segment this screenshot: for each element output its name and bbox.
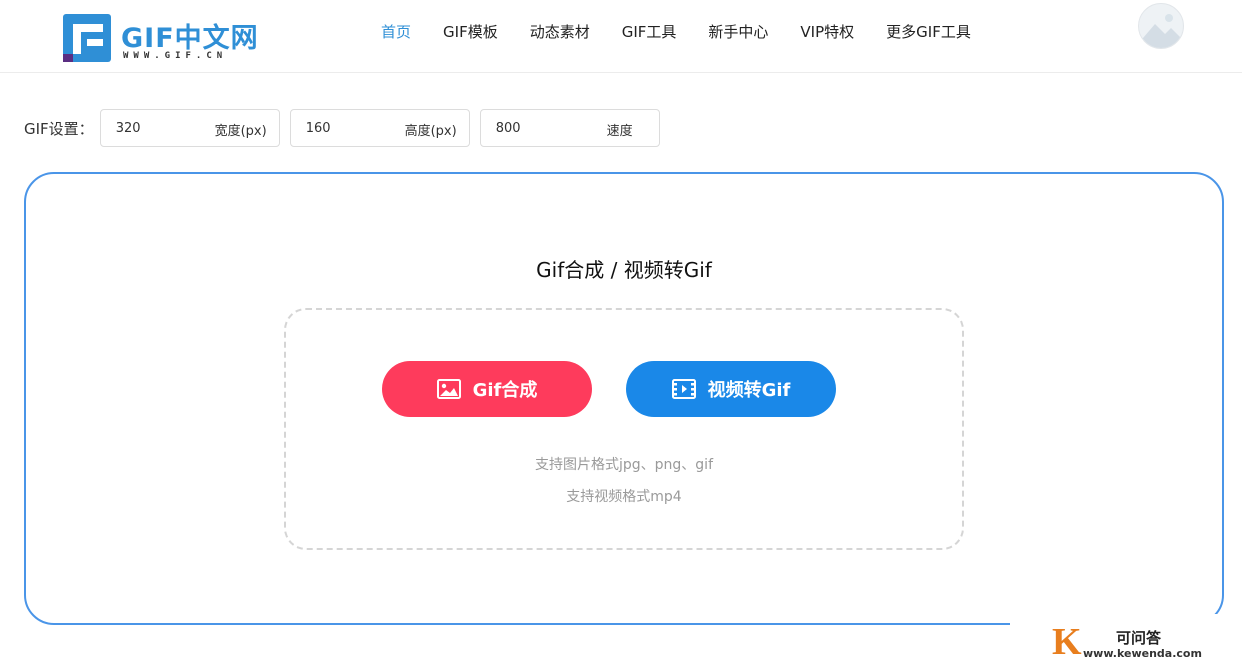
main-nav: 首页 GIF模板 动态素材 GIF工具 新手中心 VIP特权 更多GIF工具 — [365, 0, 987, 63]
logo-domain: WWW.GIF.CN — [123, 51, 228, 61]
nav-gif-tools[interactable]: GIF工具 — [606, 21, 693, 42]
watermark-title: 可问答 — [1116, 629, 1162, 647]
logo-icon — [63, 14, 111, 62]
height-unit-label: 高度(px) — [404, 124, 457, 139]
image-icon — [436, 379, 461, 399]
film-icon — [671, 379, 696, 399]
width-input[interactable] — [100, 110, 211, 146]
gif-compose-label: Gif合成 — [472, 380, 538, 401]
logo-text: GIF中文网 — [121, 23, 259, 54]
gif-settings: GIF设置： 宽度(px) 高度(px) 速度 — [24, 109, 670, 147]
width-field: 宽度(px) — [99, 109, 280, 147]
panel-title: Gif合成 / 视频转Gif — [536, 258, 712, 282]
nav-more-tools[interactable]: 更多GIF工具 — [870, 21, 987, 42]
upload-dropzone[interactable]: Gif合成 视频转Gif 支持图片格式jpg、png、gif 支持视频格式mp4 — [284, 308, 964, 550]
converter-panel: Gif合成 / 视频转Gif Gif合成 视频转Gif 支持图片格式jpg、pn… — [24, 172, 1224, 625]
height-field: 高度(px) — [289, 109, 470, 147]
height-input[interactable] — [290, 110, 401, 146]
nav-vip[interactable]: VIP特权 — [784, 21, 870, 42]
speed-input[interactable] — [480, 110, 591, 146]
nav-gif-templates[interactable]: GIF模板 — [427, 21, 514, 42]
gif-settings-label: GIF设置： — [24, 119, 94, 138]
user-avatar-icon[interactable] — [1138, 3, 1184, 49]
image-format-hint: 支持图片格式jpg、png、gif — [534, 457, 713, 473]
gif-compose-button[interactable]: Gif合成 — [382, 361, 592, 417]
video-to-gif-button[interactable]: 视频转Gif — [626, 361, 836, 417]
nav-animated-assets[interactable]: 动态素材 — [514, 21, 606, 42]
video-to-gif-label: 视频转Gif — [707, 380, 791, 401]
width-unit-label: 宽度(px) — [214, 124, 267, 139]
watermark-url: www.kewenda.com — [1083, 647, 1202, 660]
nav-home[interactable]: 首页 — [365, 21, 427, 42]
video-format-hint: 支持视频格式mp4 — [566, 489, 682, 505]
watermark-logo: K — [1052, 621, 1082, 663]
site-logo[interactable]: GIF中文网 WWW.GIF.CN — [63, 14, 263, 64]
nav-beginner-center[interactable]: 新手中心 — [692, 21, 784, 42]
speed-unit-label: 速度 — [606, 124, 633, 139]
header: GIF中文网 WWW.GIF.CN 首页 GIF模板 动态素材 GIF工具 新手… — [0, 0, 1242, 73]
speed-field: 速度 — [479, 109, 660, 147]
watermark: K 可问答 www.kewenda.com — [1010, 614, 1242, 671]
